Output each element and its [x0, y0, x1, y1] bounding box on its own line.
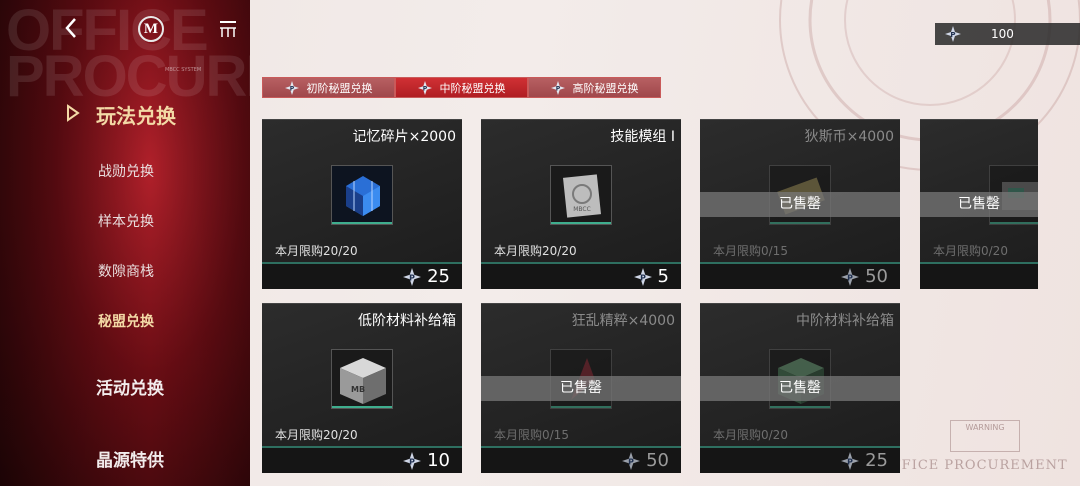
secret-alliance-coin-icon: P [403, 267, 422, 286]
tab-label: 中阶秘盟兑换 [439, 81, 506, 95]
price-bar: P 50 [700, 262, 900, 289]
sold-out-banner: 已售罄 [481, 376, 681, 401]
tab-basic-exchange[interactable]: P 初阶秘盟兑换 [262, 77, 395, 98]
home-logo-button[interactable]: M [138, 16, 164, 42]
item-price: 10 [427, 450, 450, 471]
currency-value: 100 [991, 27, 1014, 41]
svg-text:MB: MB [351, 385, 365, 394]
currency-display: P 100 [935, 23, 1080, 45]
secret-alliance-coin-icon: P [417, 80, 432, 95]
sold-out-banner: 已售罄 [700, 192, 900, 217]
warning-sign: WARNING [950, 420, 1020, 452]
tab-label: 初阶秘盟兑换 [306, 81, 373, 95]
memory-fragment-icon [331, 165, 393, 225]
svg-text:P: P [950, 31, 955, 39]
shop-item-card[interactable]: 狄斯币×4000 已售罄 本月限购0/15 P 50 [700, 119, 900, 289]
purchase-limit: 本月限购20/20 [275, 244, 358, 258]
svg-text:P: P [409, 273, 415, 282]
purchase-limit: 本月限购20/20 [494, 244, 577, 258]
purchase-limit: 本月限购0/15 [494, 428, 569, 442]
item-name: 狄斯币×4000 [804, 129, 894, 145]
item-name: 低阶材料补给箱 [358, 313, 456, 329]
purchase-limit: 本月限购0/20 [713, 428, 788, 442]
secret-alliance-coin-icon: P [403, 451, 422, 470]
svg-text:P: P [422, 85, 427, 92]
sold-out-banner: 已售罄 [700, 376, 900, 401]
item-price: 50 [865, 266, 888, 287]
shop-item-card[interactable]: 技能模组 I MBCC 本月限购20/20 P 5 [481, 119, 681, 289]
svg-text:P: P [847, 457, 853, 466]
tab-intermediate-exchange[interactable]: P 中阶秘盟兑换 [395, 77, 528, 98]
secret-alliance-coin-icon: P [284, 80, 299, 95]
menu-icon[interactable] [218, 19, 238, 39]
price-bar: P 25 [262, 262, 462, 289]
tier-tabs: P 初阶秘盟兑换 P 中阶秘盟兑换 P 高阶秘盟兑换 [262, 77, 661, 98]
nav-item-secret-alliance[interactable]: 秘盟兑换 [98, 311, 154, 331]
item-price: 50 [646, 450, 669, 471]
item-price: 25 [427, 266, 450, 287]
item-name: 技能模组 I [610, 129, 675, 145]
secret-alliance-coin-icon: P [841, 451, 860, 470]
skill-module-icon: MBCC [550, 165, 612, 225]
item-price: 25 [865, 450, 888, 471]
supply-crate-icon: MB [331, 349, 393, 409]
tab-label: 高阶秘盟兑换 [572, 81, 639, 95]
item-name: 狂乱精粹×4000 [571, 313, 675, 329]
system-tag: MBCC SYSTEM [165, 67, 202, 73]
tab-advanced-exchange[interactable]: P 高阶秘盟兑换 [528, 77, 661, 98]
shop-item-card[interactable]: 已售罄 本月限购0/20 [920, 119, 1038, 289]
nav-item-sample[interactable]: 样本兑换 [98, 211, 154, 231]
purchase-limit: 本月限购0/15 [713, 244, 788, 258]
shop-item-card[interactable]: 中阶材料补给箱 已售罄 本月限购0/20 P 25 [700, 303, 900, 473]
shop-item-card[interactable]: 狂乱精粹×4000 已售罄 本月限购0/15 P 50 [481, 303, 681, 473]
price-bar [920, 262, 1038, 289]
nav-expand-arrow-icon [67, 104, 80, 122]
svg-text:P: P [289, 85, 294, 92]
nav-item-data-gap-shop[interactable]: 数隙商栈 [98, 261, 154, 281]
purchase-limit: 本月限购20/20 [275, 428, 358, 442]
sidebar: OFFICEPROCUREMENT MBCC SYSTEM M 玩法兑换 战勋兑… [0, 0, 250, 486]
item-name: 记忆碎片×2000 [352, 129, 456, 145]
price-bar: P 10 [262, 446, 462, 473]
nav-category-gameplay-exchange[interactable]: 玩法兑换 [96, 100, 176, 129]
nav-category-crystal-supply[interactable]: 晶源特供 [96, 446, 164, 471]
item-price: 5 [657, 266, 669, 287]
svg-text:P: P [628, 457, 634, 466]
shop-item-card[interactable]: 低阶材料补给箱 MB 本月限购20/20 P 10 [262, 303, 462, 473]
nav-item-battle-merit[interactable]: 战勋兑换 [98, 161, 154, 181]
svg-text:P: P [847, 273, 853, 282]
secret-alliance-coin-icon: P [945, 26, 961, 42]
price-bar: P 5 [481, 262, 681, 289]
price-bar: P 25 [700, 446, 900, 473]
svg-text:P: P [555, 85, 560, 92]
secret-alliance-coin-icon: P [841, 267, 860, 286]
price-bar: P 50 [481, 446, 681, 473]
purchase-limit: 本月限购0/20 [933, 244, 1008, 258]
nav-category-event-exchange[interactable]: 活动兑换 [96, 374, 164, 399]
bottom-watermark: OFFICE PROCUREMENT [880, 458, 1068, 473]
svg-text:P: P [409, 457, 415, 466]
secret-alliance-coin-icon: P [622, 451, 641, 470]
item-name: 中阶材料补给箱 [796, 313, 894, 329]
svg-text:P: P [640, 273, 646, 282]
secret-alliance-coin-icon: P [633, 267, 652, 286]
back-icon[interactable] [60, 16, 84, 40]
secret-alliance-coin-icon: P [550, 80, 565, 95]
sold-out-banner: 已售罄 [920, 192, 1038, 217]
shop-item-card[interactable]: 记忆碎片×2000 本月限购20/20 P 25 [262, 119, 462, 289]
background-title: OFFICEPROCUREMENT [6, 0, 250, 109]
svg-text:MBCC: MBCC [573, 206, 591, 213]
